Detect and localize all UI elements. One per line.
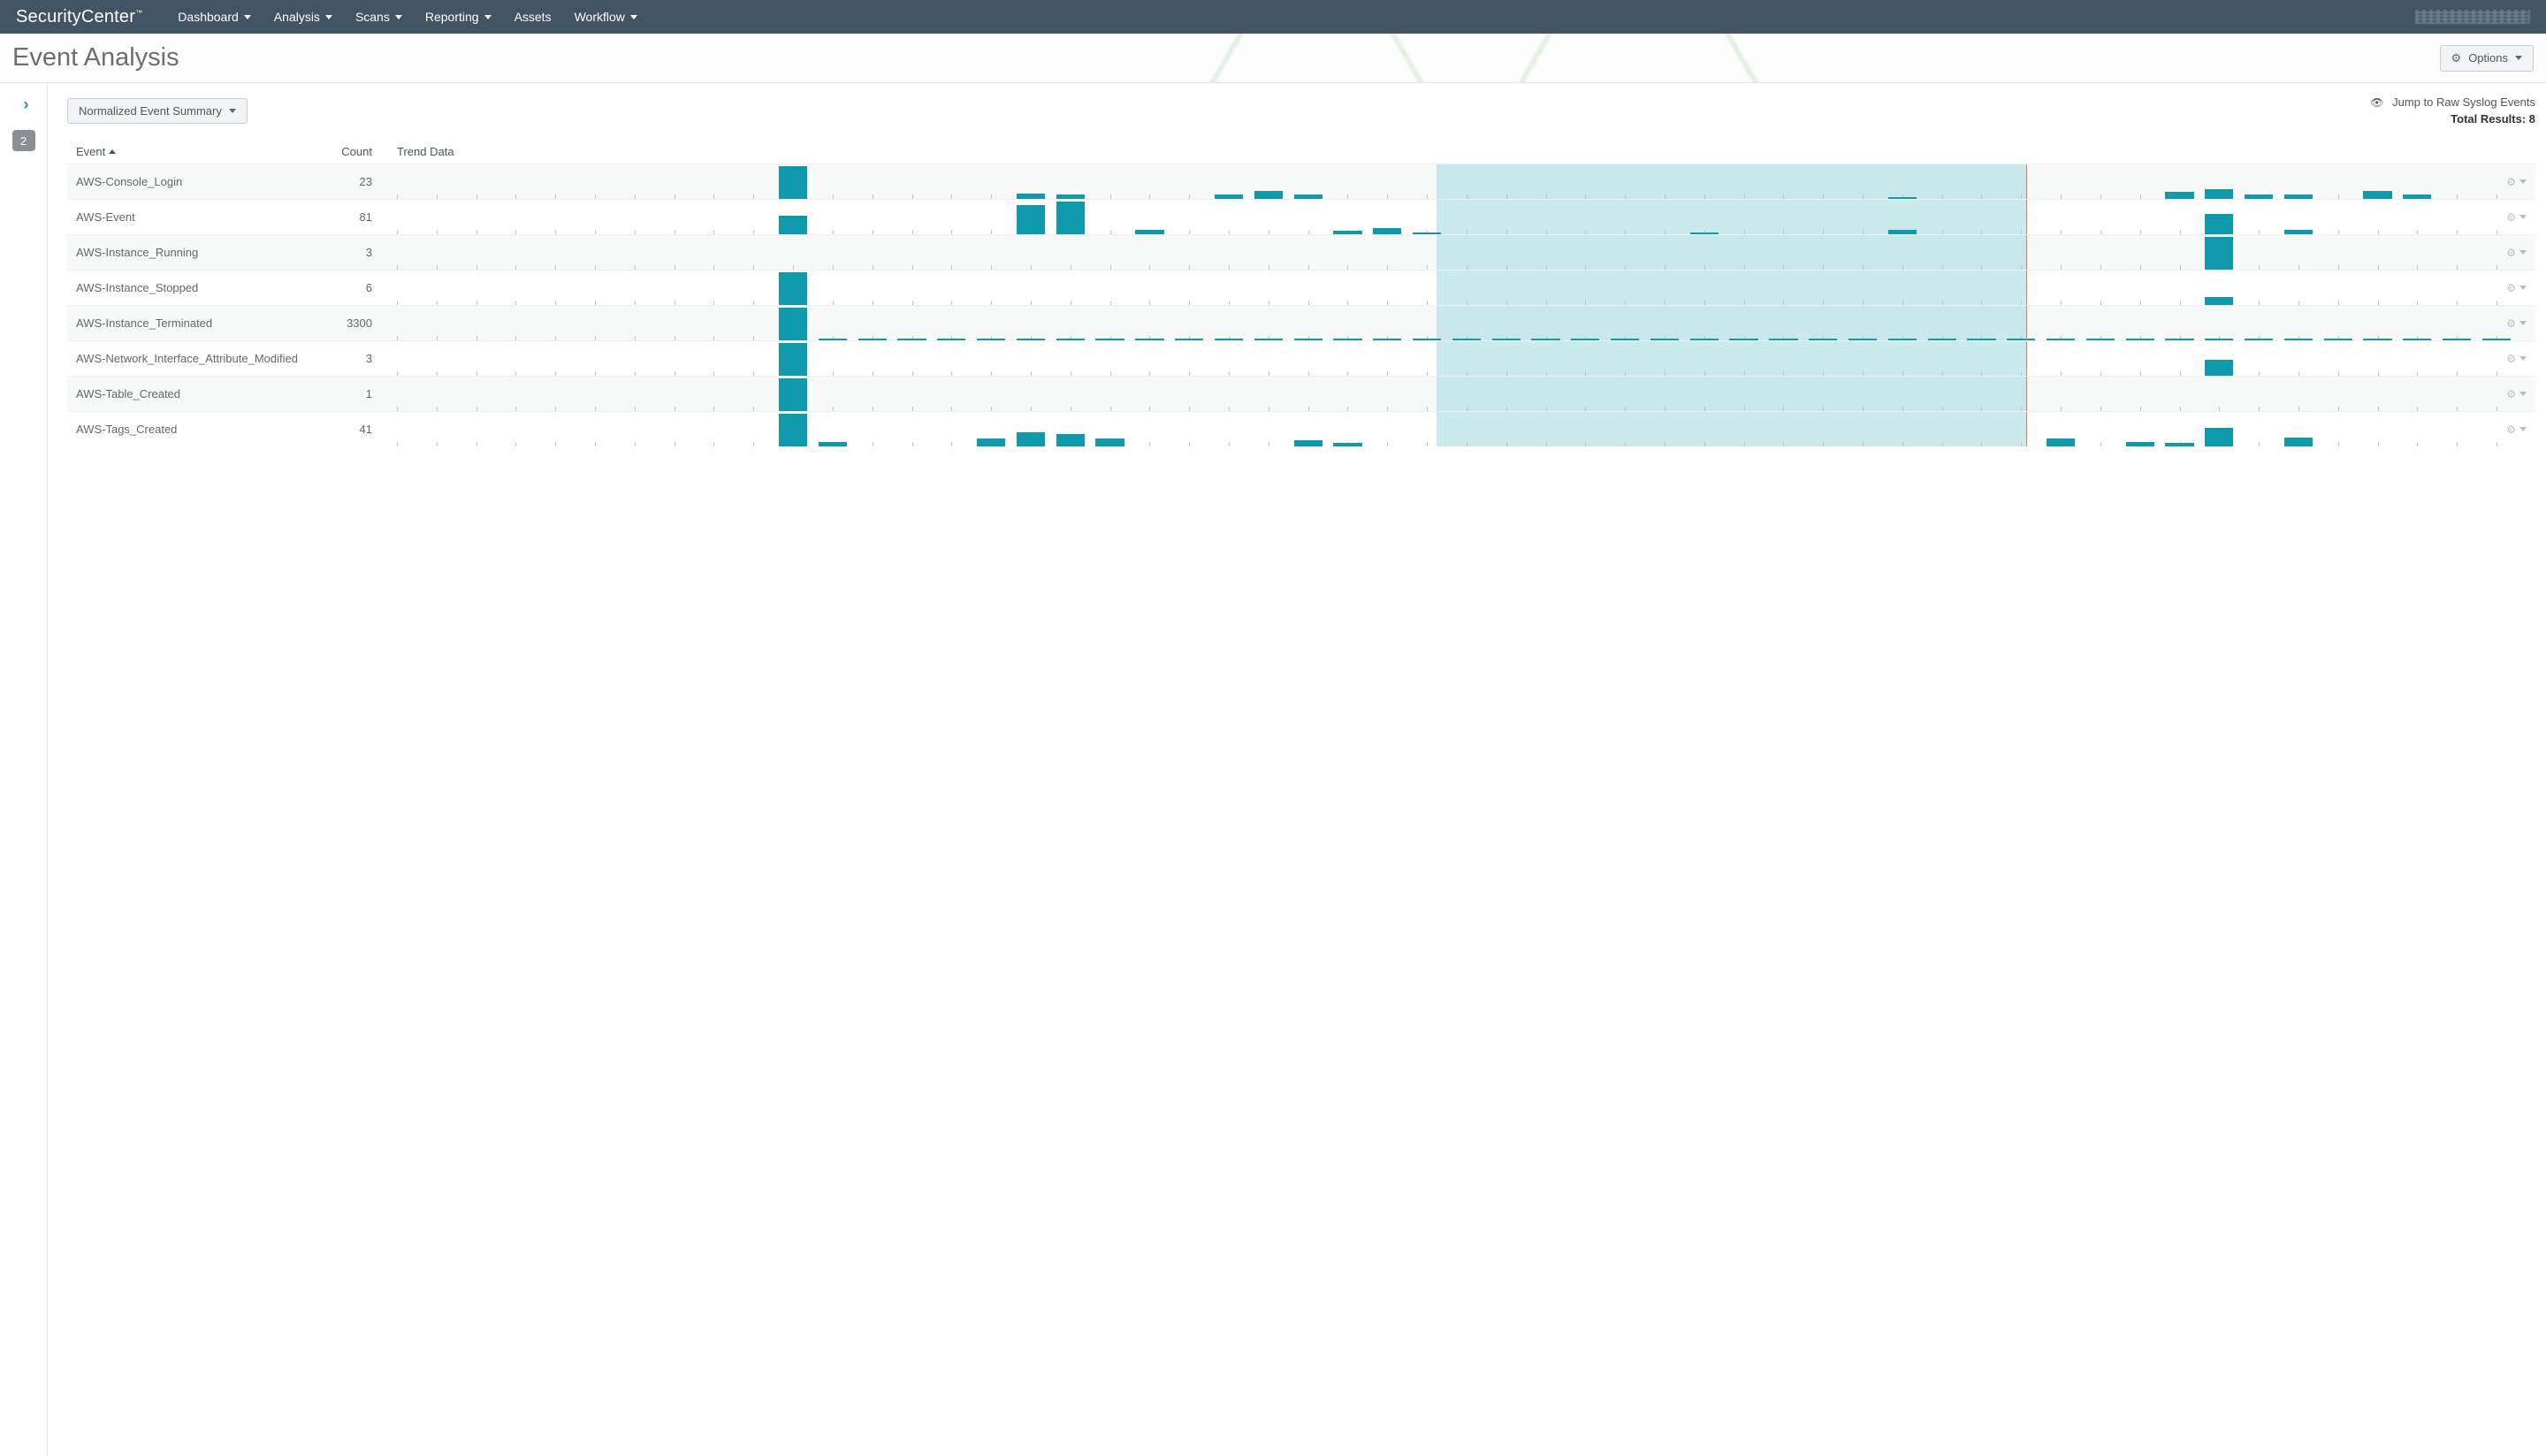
event-count: 41 <box>328 423 372 436</box>
row-actions[interactable] <box>2496 281 2527 294</box>
nav-dashboard[interactable]: Dashboard <box>178 10 251 24</box>
nav-scans[interactable]: Scans <box>355 10 402 24</box>
row-actions[interactable] <box>2496 316 2527 330</box>
gear-icon <box>2506 352 2516 365</box>
trend-sparkline[interactable] <box>397 412 2496 446</box>
chevron-down-icon <box>484 15 492 19</box>
chevron-down-icon <box>2519 179 2527 184</box>
row-actions[interactable] <box>2496 352 2527 365</box>
gear-icon <box>2506 316 2516 330</box>
row-actions[interactable] <box>2496 423 2527 436</box>
brand-a: Security <box>16 7 81 27</box>
view-selector-label: Normalized Event Summary <box>79 104 222 118</box>
event-name[interactable]: AWS-Instance_Terminated <box>76 316 328 330</box>
chevron-down-icon <box>229 109 236 113</box>
table-header: Event Count Trend Data <box>67 140 2535 164</box>
nav-workflow[interactable]: Workflow <box>575 10 637 24</box>
chevron-down-icon <box>395 15 402 19</box>
chevron-down-icon <box>2519 356 2527 361</box>
event-count: 3 <box>328 246 372 259</box>
main-nav: Dashboard Analysis Scans Reporting Assets Wor… <box>178 10 637 24</box>
user-menu[interactable] <box>2415 10 2530 24</box>
chevron-down-icon <box>2519 392 2527 396</box>
event-count: 23 <box>328 175 372 188</box>
gear-icon <box>2451 51 2462 65</box>
sort-asc-icon <box>109 149 116 154</box>
gear-icon <box>2506 423 2516 436</box>
top-navbar: SecurityCenter™ Dashboard Analysis Scans Re… <box>0 0 2546 34</box>
page-header: Event Analysis Options <box>0 34 2546 83</box>
trend-sparkline[interactable] <box>397 271 2496 305</box>
body: ›› 2 Normalized Event Summary Jump to Ra… <box>0 83 2546 1456</box>
event-count: 81 <box>328 210 372 224</box>
event-count: 3300 <box>328 316 372 330</box>
event-name[interactable]: AWS-Table_Created <box>76 387 328 400</box>
main-panel: Normalized Event Summary Jump to Raw Sys… <box>48 83 2546 1456</box>
gear-icon <box>2506 281 2516 294</box>
chevron-down-icon <box>2515 56 2522 60</box>
table-row: AWS-Instance_Terminated3300 <box>67 305 2535 340</box>
event-name[interactable]: AWS-Tags_Created <box>76 423 328 436</box>
row-actions[interactable] <box>2496 175 2527 188</box>
event-name[interactable]: AWS-Network_Interface_Attribute_Modified <box>76 352 328 365</box>
left-rail: ›› 2 <box>0 83 48 1456</box>
nav-assets[interactable]: Assets <box>515 10 552 24</box>
table-row: AWS-Console_Login23 <box>67 164 2535 199</box>
chevron-down-icon <box>2519 286 2527 290</box>
event-name[interactable]: AWS-Console_Login <box>76 175 328 188</box>
event-table: Event Count Trend Data AWS-Console_Login… <box>67 140 2535 446</box>
trend-sparkline[interactable] <box>397 377 2496 411</box>
event-name[interactable]: AWS-Event <box>76 210 328 224</box>
chevron-down-icon <box>2519 215 2527 219</box>
chevron-down-icon <box>244 15 251 19</box>
brand: SecurityCenter™ <box>16 7 142 27</box>
row-actions[interactable] <box>2496 246 2527 259</box>
event-name[interactable]: AWS-Instance_Running <box>76 246 328 259</box>
table-row: AWS-Tags_Created41 <box>67 411 2535 446</box>
brand-tm: ™ <box>135 9 142 17</box>
chevron-down-icon <box>325 15 332 19</box>
table-row: AWS-Instance_Running3 <box>67 234 2535 270</box>
brand-b: Center <box>81 7 135 27</box>
jump-link-label: Jump to Raw Syslog Events <box>2392 95 2535 109</box>
table-row: AWS-Table_Created1 <box>67 376 2535 411</box>
nav-reporting[interactable]: Reporting <box>425 10 492 24</box>
filter-count-badge[interactable]: 2 <box>12 130 35 151</box>
jump-to-raw-link[interactable]: Jump to Raw Syslog Events <box>2370 95 2535 109</box>
view-selector[interactable]: Normalized Event Summary <box>67 98 248 124</box>
table-row: AWS-Instance_Stopped6 <box>67 270 2535 305</box>
options-button[interactable]: Options <box>2440 45 2534 72</box>
trend-sparkline[interactable] <box>397 341 2496 376</box>
page-title: Event Analysis <box>12 43 179 72</box>
chevron-down-icon <box>2519 427 2527 431</box>
trend-sparkline[interactable] <box>397 235 2496 270</box>
row-actions[interactable] <box>2496 387 2527 400</box>
chevron-down-icon <box>630 15 637 19</box>
toolbar: Normalized Event Summary Jump to Raw Sys… <box>67 95 2535 126</box>
gear-icon <box>2506 246 2516 259</box>
gear-icon <box>2506 210 2516 224</box>
nav-analysis[interactable]: Analysis <box>274 10 332 24</box>
chevron-down-icon <box>2519 250 2527 255</box>
event-name[interactable]: AWS-Instance_Stopped <box>76 281 328 294</box>
event-count: 6 <box>328 281 372 294</box>
trend-sparkline[interactable] <box>397 164 2496 199</box>
gear-icon <box>2506 175 2516 188</box>
col-event-header[interactable]: Event <box>76 145 328 158</box>
row-actions[interactable] <box>2496 210 2527 224</box>
trend-sparkline[interactable] <box>397 200 2496 234</box>
gear-icon <box>2506 387 2516 400</box>
table-row: AWS-Event81 <box>67 199 2535 234</box>
col-trend-header: Trend Data <box>397 145 454 158</box>
total-results: Total Results: 8 <box>2370 112 2535 126</box>
options-label: Options <box>2468 51 2508 65</box>
chevron-down-icon <box>2519 321 2527 325</box>
trend-sparkline[interactable] <box>397 306 2496 340</box>
table-row: AWS-Network_Interface_Attribute_Modified… <box>67 340 2535 376</box>
event-count: 1 <box>328 387 372 400</box>
col-count-header[interactable]: Count <box>328 145 372 158</box>
event-count: 3 <box>328 352 372 365</box>
